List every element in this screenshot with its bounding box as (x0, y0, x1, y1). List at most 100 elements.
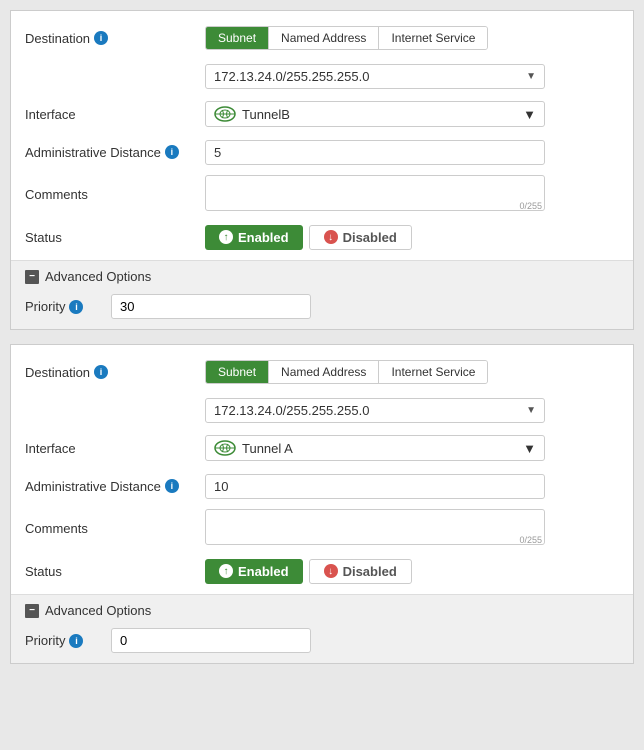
status-buttons-area-1: Enabled Disabled (205, 225, 619, 250)
status-group-1: Enabled Disabled (205, 225, 619, 250)
priority-text-2: Priority (25, 633, 65, 648)
status-label-1: Status (25, 230, 205, 245)
interface-label-text-1: Interface (25, 107, 76, 122)
advanced-label-2: Advanced Options (45, 603, 151, 618)
disabled-label-1: Disabled (343, 230, 397, 245)
advanced-label-1: Advanced Options (45, 269, 151, 284)
tab-named-address-1[interactable]: Named Address (269, 27, 379, 49)
subnet-row-2: 172.13.24.0/255.255.255.0 ▼ (25, 395, 619, 425)
interface-row-2: Interface Tunnel A ▼ (25, 433, 619, 463)
disabled-icon-2 (324, 564, 338, 578)
comments-input-2[interactable] (205, 509, 545, 545)
disabled-icon-1 (324, 230, 338, 244)
collapse-icon-2: − (25, 604, 39, 618)
interface-value-2: Tunnel A (242, 441, 293, 456)
status-disabled-btn-2[interactable]: Disabled (309, 559, 412, 584)
priority-input-2[interactable] (111, 628, 311, 653)
status-buttons-area-2: Enabled Disabled (205, 559, 619, 584)
admin-distance-input-area-2 (205, 474, 619, 499)
status-enabled-btn-2[interactable]: Enabled (205, 559, 303, 584)
destination-tab-group-2: Subnet Named Address Internet Service (205, 360, 488, 384)
interface-label-2: Interface (25, 441, 205, 456)
priority-label-2: Priority i (25, 633, 105, 648)
tab-subnet-2[interactable]: Subnet (206, 361, 269, 383)
comments-char-count-2: 0/255 (519, 535, 542, 545)
interface-label-text-2: Interface (25, 441, 76, 456)
interface-select-area-2: Tunnel A ▼ (205, 435, 619, 461)
enabled-icon-1 (219, 230, 233, 244)
comments-label-2: Comments (25, 521, 205, 536)
destination-tabs-area-2: Subnet Named Address Internet Service (205, 360, 619, 384)
interface-label-1: Interface (25, 107, 205, 122)
admin-distance-row-2: Administrative Distance i (25, 471, 619, 501)
subnet-select-2[interactable]: 172.13.24.0/255.255.255.0 ▼ (205, 398, 545, 423)
subnet-select-1[interactable]: 172.13.24.0/255.255.255.0 ▼ (205, 64, 545, 89)
comments-row-1: Comments 0/255 (25, 175, 619, 214)
interface-select-1[interactable]: TunnelB ▼ (205, 101, 545, 127)
destination-info-icon-2[interactable]: i (94, 365, 108, 379)
destination-tab-group-1: Subnet Named Address Internet Service (205, 26, 488, 50)
comments-char-count-1: 0/255 (519, 201, 542, 211)
advanced-header-2[interactable]: − Advanced Options (25, 603, 619, 618)
priority-input-1[interactable] (111, 294, 311, 319)
tunnel-icon-1 (214, 106, 236, 122)
subnet-row-1: 172.13.24.0/255.255.255.0 ▼ (25, 61, 619, 91)
destination-text-1: Destination (25, 31, 90, 46)
tab-internet-service-1[interactable]: Internet Service (379, 27, 487, 49)
tab-named-address-2[interactable]: Named Address (269, 361, 379, 383)
admin-distance-input-1[interactable] (205, 140, 545, 165)
priority-info-icon-1[interactable]: i (69, 300, 83, 314)
tunnel-icon-2 (214, 440, 236, 456)
comments-input-1[interactable] (205, 175, 545, 211)
advanced-section-2: − Advanced Options Priority i (11, 594, 633, 663)
admin-distance-label-1: Administrative Distance i (25, 145, 205, 160)
destination-text-2: Destination (25, 365, 90, 380)
comments-text-2: Comments (25, 521, 88, 536)
interface-arrow-1: ▼ (523, 107, 536, 122)
destination-info-icon-1[interactable]: i (94, 31, 108, 45)
subnet-select-area-1: 172.13.24.0/255.255.255.0 ▼ (205, 64, 619, 89)
status-enabled-btn-1[interactable]: Enabled (205, 225, 303, 250)
status-row-2: Status Enabled Disabled (25, 556, 619, 586)
tab-subnet-1[interactable]: Subnet (206, 27, 269, 49)
admin-distance-input-2[interactable] (205, 474, 545, 499)
comments-wrapper-2: 0/255 (205, 509, 545, 548)
interface-arrow-2: ▼ (523, 441, 536, 456)
disabled-label-2: Disabled (343, 564, 397, 579)
interface-row-1: Interface TunnelB ▼ (25, 99, 619, 129)
destination-row-2: Destination i Subnet Named Address Inter… (25, 357, 619, 387)
interface-select-2[interactable]: Tunnel A ▼ (205, 435, 545, 461)
enabled-icon-2 (219, 564, 233, 578)
interface-value-1: TunnelB (242, 107, 290, 122)
enabled-label-1: Enabled (238, 230, 289, 245)
admin-distance-input-area-1 (205, 140, 619, 165)
tab-internet-service-2[interactable]: Internet Service (379, 361, 487, 383)
comments-row-2: Comments 0/255 (25, 509, 619, 548)
destination-tabs-area-1: Subnet Named Address Internet Service (205, 26, 619, 50)
advanced-header-1[interactable]: − Advanced Options (25, 269, 619, 284)
collapse-icon-1: − (25, 270, 39, 284)
priority-text-1: Priority (25, 299, 65, 314)
status-text-1: Status (25, 230, 62, 245)
interface-select-area-1: TunnelB ▼ (205, 101, 619, 127)
status-row-1: Status Enabled Disabled (25, 222, 619, 252)
interface-left-1: TunnelB (214, 106, 290, 122)
priority-label-1: Priority i (25, 299, 105, 314)
destination-label-1: Destination i (25, 31, 205, 46)
status-disabled-btn-1[interactable]: Disabled (309, 225, 412, 250)
subnet-value-1: 172.13.24.0/255.255.255.0 (214, 69, 369, 84)
priority-info-icon-2[interactable]: i (69, 634, 83, 648)
admin-distance-info-2[interactable]: i (165, 479, 179, 493)
status-text-2: Status (25, 564, 62, 579)
admin-distance-text-1: Administrative Distance (25, 145, 161, 160)
admin-distance-info-1[interactable]: i (165, 145, 179, 159)
subnet-select-area-2: 172.13.24.0/255.255.255.0 ▼ (205, 398, 619, 423)
status-group-2: Enabled Disabled (205, 559, 619, 584)
subnet-value-2: 172.13.24.0/255.255.255.0 (214, 403, 369, 418)
interface-left-2: Tunnel A (214, 440, 293, 456)
route-card-1: Destination i Subnet Named Address Inter… (10, 10, 634, 330)
comments-input-area-2: 0/255 (205, 509, 619, 548)
admin-distance-row-1: Administrative Distance i (25, 137, 619, 167)
subnet-arrow-2: ▼ (526, 405, 536, 416)
destination-row-1: Destination i Subnet Named Address Inter… (25, 23, 619, 53)
